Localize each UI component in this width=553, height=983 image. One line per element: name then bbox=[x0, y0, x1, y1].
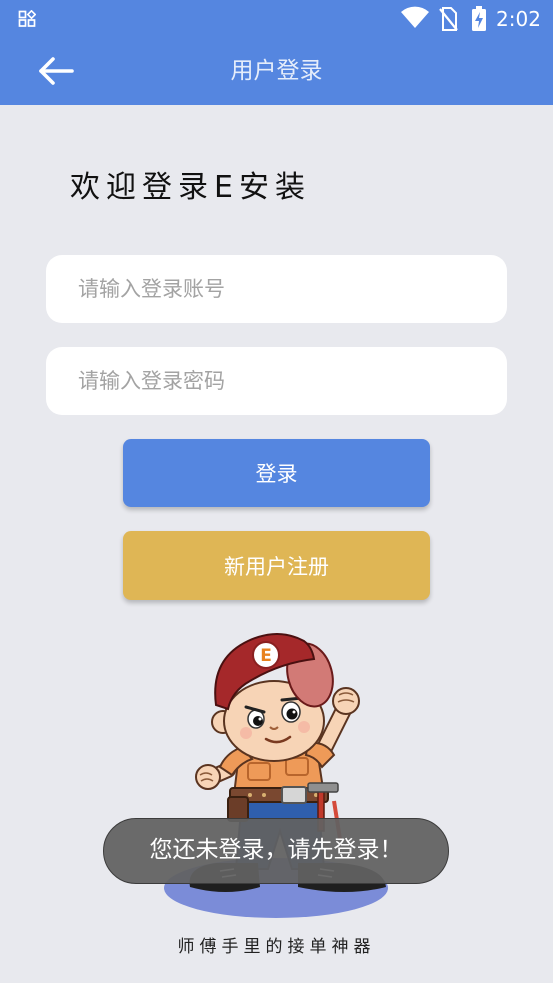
footer-slogan: 师傅手里的接单神器 bbox=[177, 937, 376, 957]
password-input[interactable] bbox=[46, 347, 507, 415]
welcome-heading: 欢迎登录E安装 bbox=[70, 170, 311, 205]
wifi-icon bbox=[401, 6, 429, 28]
login-screen: 2:02 用户登录 欢迎登录E安装 登录 新用户注册 bbox=[0, 0, 553, 983]
widgets-icon bbox=[18, 10, 36, 27]
no-sim-icon bbox=[439, 7, 458, 31]
register-button[interactable]: 新用户注册 bbox=[123, 531, 430, 600]
login-button[interactable]: 登录 bbox=[123, 439, 430, 507]
top-bar: 2:02 用户登录 bbox=[0, 0, 553, 105]
account-input[interactable] bbox=[46, 255, 507, 323]
battery-charging-icon bbox=[472, 6, 486, 31]
toast-message: 您还未登录，请先登录！ bbox=[103, 818, 449, 884]
cap-logo-letter: E bbox=[260, 646, 272, 666]
status-time: 2:02 bbox=[496, 7, 541, 31]
page-title: 用户登录 bbox=[230, 58, 323, 84]
